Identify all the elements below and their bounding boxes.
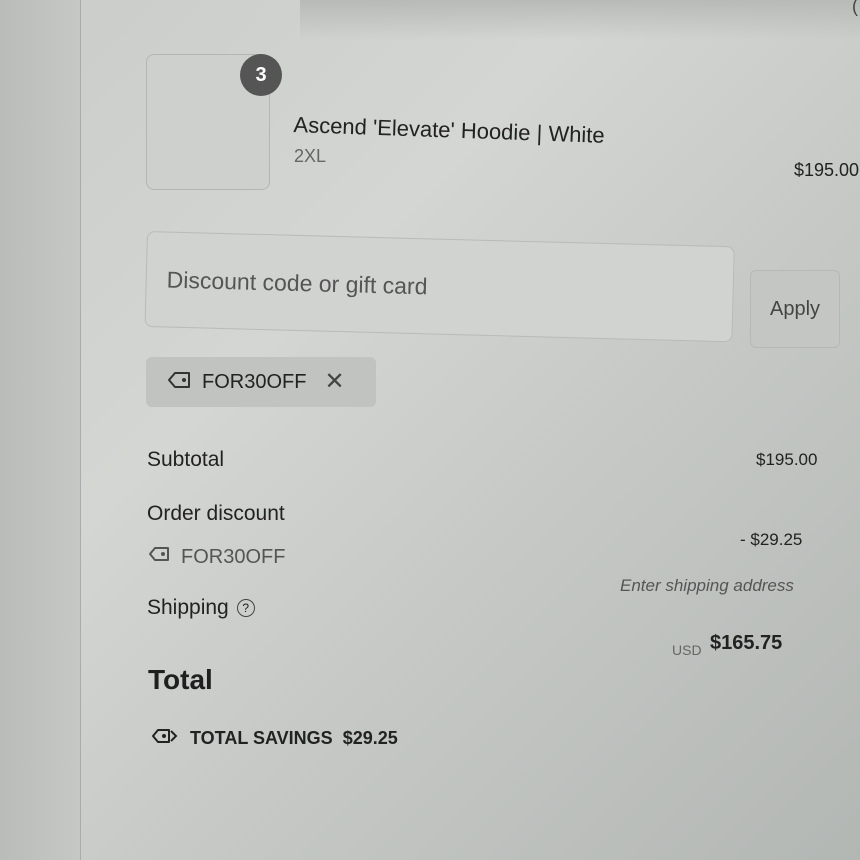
subtotal-label: Subtotal bbox=[147, 448, 225, 471]
total-value: $165.75 bbox=[710, 632, 783, 654]
shipping-value: Enter shipping address bbox=[620, 576, 794, 595]
order-discount-value: - $29.25 bbox=[740, 530, 803, 549]
total-label: Total bbox=[148, 664, 213, 695]
window-top-edge bbox=[300, 0, 860, 40]
tag-icon bbox=[147, 544, 171, 570]
order-discount-label: Order discount bbox=[147, 502, 285, 525]
window-left-edge bbox=[0, 0, 81, 860]
total-savings: TOTAL SAVINGS $29.25 bbox=[150, 726, 398, 751]
applied-discount-chip: FOR30OFF ✕ bbox=[146, 357, 376, 407]
product-price: $195.00 bbox=[794, 160, 860, 180]
order-discount-code-line: FOR30OFF bbox=[147, 544, 285, 570]
applied-discount-code: FOR30OFF bbox=[202, 370, 307, 393]
discount-code-input[interactable] bbox=[144, 231, 735, 343]
apply-button[interactable]: Apply bbox=[750, 270, 840, 348]
total-savings-value: $29.25 bbox=[342, 728, 398, 748]
tag-icon bbox=[166, 369, 192, 396]
subtotal-value: $195.00 bbox=[756, 450, 818, 469]
help-icon[interactable]: ? bbox=[236, 599, 255, 617]
product-variant: 2XL bbox=[294, 146, 327, 166]
shipping-label: Shipping bbox=[147, 596, 229, 619]
shipping-label-row: Shipping ? bbox=[147, 596, 255, 620]
quantity-badge: 3 bbox=[240, 54, 282, 96]
remove-discount-icon[interactable]: ✕ bbox=[324, 370, 344, 394]
tag-icon bbox=[150, 726, 180, 751]
product-name: Ascend 'Elevate' Hoodie | White bbox=[293, 112, 606, 148]
total-savings-label: TOTAL SAVINGS bbox=[190, 728, 333, 748]
currency-code: USD bbox=[672, 642, 702, 658]
corner-symbol: ( bbox=[852, 0, 858, 16]
order-discount-code: FOR30OFF bbox=[181, 545, 286, 568]
